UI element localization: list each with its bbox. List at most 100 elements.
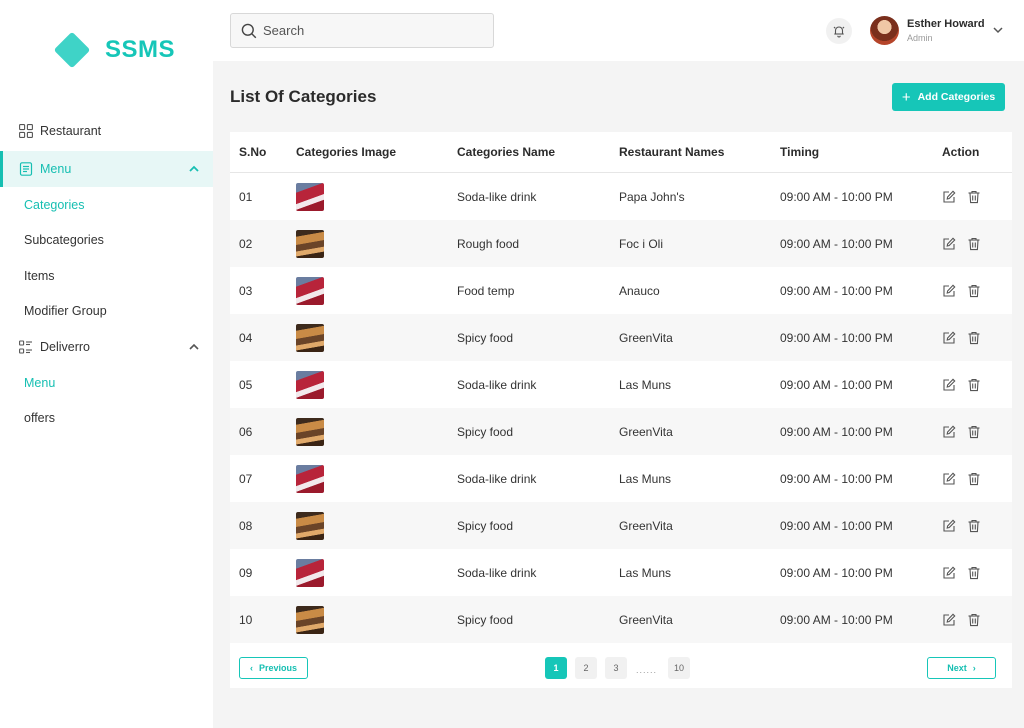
cell-sno: 09 <box>239 565 253 580</box>
avatar[interactable] <box>870 16 899 45</box>
category-image <box>296 605 324 634</box>
cell-category-name: Spicy food <box>457 330 514 345</box>
cell-sno: 08 <box>239 518 253 533</box>
table-row: 09 Soda-like drink Las Muns 09:00 AM - 10:0… <box>230 549 1012 596</box>
sidebar-subitem-deliverro-menu[interactable]: Menu <box>0 365 213 401</box>
edit-icon[interactable] <box>942 425 956 439</box>
category-thumbnail <box>296 323 324 352</box>
table-row: 04 Spicy food GreenVita 09:00 AM - 10:00 PM <box>230 314 1012 361</box>
category-image <box>296 323 324 352</box>
cell-actions <box>942 284 981 298</box>
cell-restaurant-name: Las Muns <box>619 565 672 580</box>
header-timing: Timing <box>780 145 820 159</box>
pagination-ellipsis: ...... <box>636 665 658 675</box>
edit-icon[interactable] <box>942 566 956 580</box>
table-row: 05 Soda-like drink Las Muns 09:00 AM - 10:0… <box>230 361 1012 408</box>
sidebar-subitem-modifier-group[interactable]: Modifier Group <box>0 294 213 330</box>
page-10-button[interactable]: 10 <box>668 657 690 679</box>
logo[interactable]: SSMS <box>53 31 175 69</box>
cell-category-name: Food temp <box>457 283 515 298</box>
category-image <box>296 276 324 305</box>
cell-sno: 06 <box>239 424 253 439</box>
sidebar-subitem-subcategories[interactable]: Subcategories <box>0 223 213 259</box>
sidebar-subitem-offers[interactable]: offers <box>0 401 213 437</box>
table-row: 01 Soda-like drink Papa John's 09:00 AM - 1… <box>230 173 1012 220</box>
sidebar-item-menu[interactable]: Menu <box>0 151 213 187</box>
user-name: Esther Howard <box>907 18 985 30</box>
previous-button[interactable]: ‹ Previous <box>239 657 308 679</box>
edit-icon[interactable] <box>942 331 956 345</box>
cell-timing: 09:00 AM - 10:00 PM <box>780 283 893 298</box>
trash-icon[interactable] <box>967 472 981 486</box>
edit-icon[interactable] <box>942 378 956 392</box>
header-restaurant: Restaurant Names <box>619 145 725 159</box>
chevron-up-icon[interactable] <box>188 341 200 353</box>
category-thumbnail <box>296 605 324 634</box>
table-row: 03 Food temp Anauco 09:00 AM - 10:00 PM <box>230 267 1012 314</box>
sidebar-item-deliverro[interactable]: Deliverro <box>0 329 213 365</box>
chevron-up-icon[interactable] <box>188 163 200 175</box>
page-2-button[interactable]: 2 <box>575 657 597 679</box>
cell-sno: 03 <box>239 283 253 298</box>
table-header: S.No Categories Image Categories Name Re… <box>230 132 1012 173</box>
edit-icon[interactable] <box>942 284 956 298</box>
sidebar-item-restaurant[interactable]: Restaurant <box>0 113 213 149</box>
page-3-button[interactable]: 3 <box>605 657 627 679</box>
category-thumbnail <box>296 511 324 540</box>
edit-icon[interactable] <box>942 519 956 533</box>
chevron-right-icon: › <box>972 663 976 673</box>
cell-timing: 09:00 AM - 10:00 PM <box>780 377 893 392</box>
cell-category-name: Soda-like drink <box>457 189 537 204</box>
trash-icon[interactable] <box>967 519 981 533</box>
next-label: Next <box>947 663 967 673</box>
category-image <box>296 464 324 493</box>
cell-restaurant-name: GreenVita <box>619 424 673 439</box>
cell-actions <box>942 425 981 439</box>
chevron-down-icon[interactable] <box>992 24 1004 36</box>
sidebar-subitem-categories[interactable]: Categories <box>0 187 213 223</box>
category-image <box>296 370 324 399</box>
cell-actions <box>942 331 981 345</box>
category-image <box>296 558 324 587</box>
edit-icon[interactable] <box>942 613 956 627</box>
cell-actions <box>942 190 981 204</box>
sidebar-item-label: Deliverro <box>40 340 91 354</box>
header-image: Categories Image <box>296 145 397 159</box>
cell-restaurant-name: Las Muns <box>619 377 672 392</box>
trash-icon[interactable] <box>967 378 981 392</box>
trash-icon[interactable] <box>967 331 981 345</box>
trash-icon[interactable] <box>967 613 981 627</box>
sidebar-subitem-items[interactable]: Items <box>0 258 213 294</box>
search-icon <box>241 23 257 38</box>
next-button[interactable]: Next › <box>927 657 996 679</box>
trash-icon[interactable] <box>967 284 981 298</box>
header-action: Action <box>942 145 980 159</box>
trash-icon[interactable] <box>967 237 981 251</box>
bell-icon <box>833 26 845 38</box>
document-icon <box>18 162 33 177</box>
edit-icon[interactable] <box>942 237 956 251</box>
edit-icon[interactable] <box>942 472 956 486</box>
sidebar-nav: Restaurant Menu Categories Subcategories… <box>0 113 213 436</box>
page-1-button[interactable]: 1 <box>545 657 567 679</box>
add-categories-button[interactable]: + Add Categories <box>892 83 1005 111</box>
cell-actions <box>942 472 981 486</box>
cell-sno: 02 <box>239 236 253 251</box>
top-bar: Esther Howard Admin <box>213 0 1024 61</box>
cell-actions <box>942 566 981 580</box>
plus-icon: + <box>901 88 911 106</box>
trash-icon[interactable] <box>967 425 981 439</box>
trash-icon[interactable] <box>967 190 981 204</box>
cell-category-name: Spicy food <box>457 612 514 627</box>
cell-sno: 01 <box>239 189 253 204</box>
cell-restaurant-name: GreenVita <box>619 518 673 533</box>
search-box[interactable] <box>230 13 494 48</box>
edit-icon[interactable] <box>942 190 956 204</box>
search-input[interactable] <box>263 23 483 38</box>
notification-button[interactable] <box>826 18 852 44</box>
add-categories-label: Add Categories <box>917 91 996 103</box>
category-thumbnail <box>296 370 324 399</box>
categories-table: S.No Categories Image Categories Name Re… <box>230 132 1012 688</box>
trash-icon[interactable] <box>967 566 981 580</box>
sidebar-item-label: Restaurant <box>40 124 102 138</box>
